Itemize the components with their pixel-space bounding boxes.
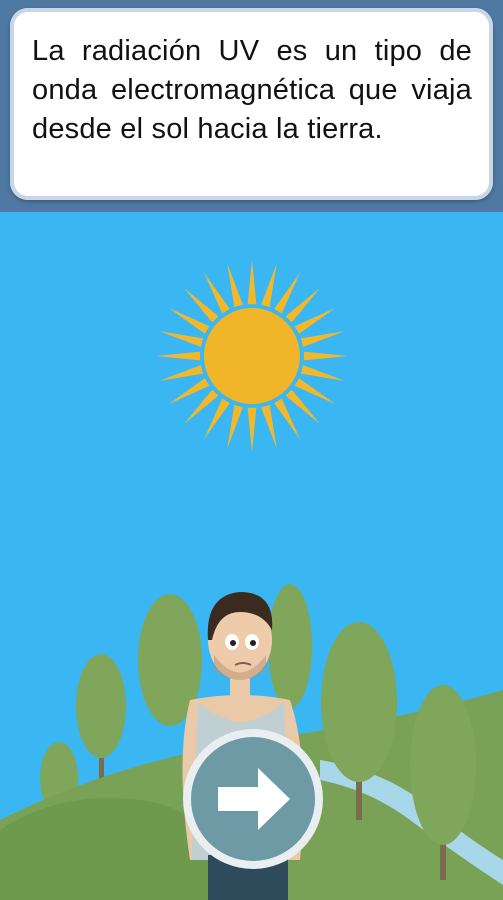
sun-icon <box>156 260 348 452</box>
sun-ray <box>274 398 300 440</box>
sun-ray <box>247 407 257 452</box>
sun-ray <box>204 272 230 314</box>
sun-ray <box>156 351 201 361</box>
sun-ray <box>300 331 345 347</box>
sun-ray <box>227 404 243 449</box>
sun-ray <box>261 404 277 449</box>
sun-ray <box>159 365 204 381</box>
next-button[interactable] <box>180 726 326 872</box>
info-text: La radiación UV es un tipo de onda elect… <box>32 35 472 145</box>
sun-ray <box>227 263 243 308</box>
sun-ray <box>168 378 210 404</box>
info-card: La radiación UV es un tipo de onda elect… <box>10 8 493 200</box>
sun-ray <box>168 308 210 334</box>
sun-ray <box>300 365 345 381</box>
sun-ray <box>303 351 348 361</box>
sun-ray <box>294 308 336 334</box>
sun-ray <box>204 398 230 440</box>
sun-ray <box>261 263 277 308</box>
sun-ray <box>294 378 336 404</box>
sun-ray <box>159 331 204 347</box>
sun-ray <box>274 272 300 314</box>
sun-ray <box>247 260 257 305</box>
